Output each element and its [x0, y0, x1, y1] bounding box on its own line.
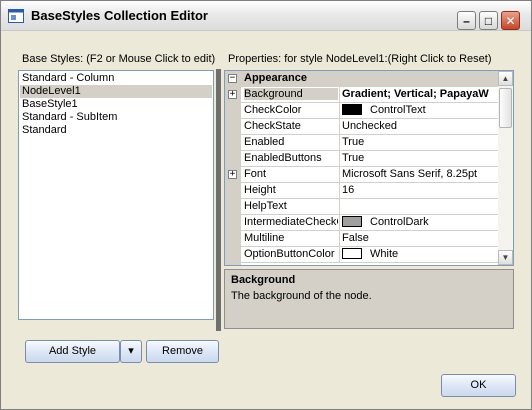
close-button[interactable]: ✕ [501, 11, 520, 30]
column-divider [339, 87, 340, 103]
property-gutter [225, 71, 241, 265]
property-name: OptionButtonColor [244, 248, 335, 260]
expand-icon[interactable]: + [228, 170, 237, 179]
property-value[interactable]: 16 [342, 184, 497, 196]
column-divider [339, 183, 340, 199]
remove-label: Remove [162, 345, 203, 357]
ok-label: OK [470, 379, 487, 391]
property-value[interactable]: ControlDark [342, 216, 497, 228]
property-value[interactable]: True [342, 136, 497, 148]
base-styles-label: Base Styles: (F2 or Mouse Click to edit) [22, 53, 216, 65]
description-title: Background [231, 274, 296, 286]
list-item[interactable]: NodeLevel1 [20, 85, 212, 98]
property-value-text: ControlDark [370, 216, 429, 228]
property-row-height[interactable]: Height 16 [241, 183, 498, 199]
properties-label: Properties: for style NodeLevel1:(Right … [228, 53, 492, 65]
property-name: CheckState [244, 120, 301, 132]
collection-editor-window: BaseStyles Collection Editor – □ ✕ Base … [0, 0, 532, 410]
add-style-dropdown-button[interactable]: ▾ [120, 340, 142, 363]
property-name: IntermediateCheckC [244, 216, 338, 228]
chevron-down-icon: ▾ [128, 345, 134, 357]
property-row-optionbuttoncolor[interactable]: OptionButtonColor White [241, 247, 498, 263]
property-value[interactable]: False [342, 232, 497, 244]
property-row-font[interactable]: Font Microsoft Sans Serif, 8.25pt [241, 167, 498, 183]
dialog-body: Base Styles: (F2 or Mouse Click to edit)… [1, 32, 531, 409]
add-style-button[interactable]: Add Style [25, 340, 120, 363]
splitter[interactable] [216, 69, 221, 331]
app-icon [8, 9, 24, 23]
color-swatch [342, 248, 362, 259]
column-divider [339, 103, 340, 119]
property-value[interactable]: Microsoft Sans Serif, 8.25pt [342, 168, 497, 180]
vertical-scrollbar[interactable]: ▲ ▼ [498, 71, 513, 265]
column-divider [339, 119, 340, 135]
maximize-button[interactable]: □ [479, 11, 498, 30]
property-value[interactable]: Unchecked [342, 120, 497, 132]
property-name: Multiline [244, 232, 285, 244]
expand-icon[interactable]: + [228, 90, 237, 99]
property-value[interactable]: True [342, 152, 497, 164]
description-text: The background of the node. [231, 290, 372, 302]
property-name: Font [244, 168, 267, 180]
collapse-icon[interactable]: − [228, 74, 237, 83]
title-bar[interactable]: BaseStyles Collection Editor – □ ✕ [1, 1, 531, 31]
property-name: HelpText [244, 200, 287, 212]
list-item[interactable]: BaseStyle1 [20, 98, 212, 111]
category-row-appearance[interactable]: − Appearance [225, 71, 498, 87]
minimize-button[interactable]: – [457, 11, 476, 30]
property-value[interactable]: ControlText [342, 104, 497, 116]
property-row-checkcolor[interactable]: CheckColor ControlText [241, 103, 498, 119]
property-row-multiline[interactable]: Multiline False [241, 231, 498, 247]
description-pane: Background The background of the node. [224, 269, 514, 329]
base-styles-list[interactable]: Standard - Column NodeLevel1 BaseStyle1 … [18, 70, 214, 320]
property-row-background[interactable]: Background Gradient; Vertical; PapayaW [241, 87, 498, 103]
column-divider [339, 215, 340, 231]
property-value[interactable]: White [342, 248, 497, 260]
property-name: EnabledButtons [244, 152, 322, 164]
scroll-up-icon[interactable]: ▲ [498, 71, 513, 86]
property-value-text: White [370, 248, 399, 260]
column-divider [339, 231, 340, 247]
list-item[interactable]: Standard - SubItem [20, 111, 212, 124]
list-item[interactable]: Standard - Column [20, 72, 212, 85]
list-item[interactable]: Standard [20, 124, 212, 137]
property-name: CheckColor [244, 104, 302, 116]
column-divider [339, 199, 340, 215]
property-row-intermediatecheckcolor[interactable]: IntermediateCheckC ControlDark [241, 215, 498, 231]
property-name: Height [244, 184, 276, 196]
property-row-enabled[interactable]: Enabled True [241, 135, 498, 151]
remove-button[interactable]: Remove [146, 340, 219, 363]
property-row-enabledbuttons[interactable]: EnabledButtons True [241, 151, 498, 167]
property-name: Background [244, 88, 338, 100]
color-swatch [342, 216, 362, 227]
property-row-checkstate[interactable]: CheckState Unchecked [241, 119, 498, 135]
window-title: BaseStyles Collection Editor [31, 8, 208, 23]
property-value[interactable]: Gradient; Vertical; PapayaW [342, 88, 497, 100]
scroll-thumb[interactable] [499, 88, 512, 128]
column-divider [339, 247, 340, 263]
column-divider [339, 167, 340, 183]
color-swatch [342, 104, 362, 115]
add-style-label: Add Style [48, 345, 97, 357]
column-divider [339, 151, 340, 167]
property-grid[interactable]: − Appearance + Background Gradient; Vert… [224, 70, 514, 266]
property-name: Enabled [244, 136, 285, 148]
property-value-text: ControlText [370, 104, 426, 116]
ok-button[interactable]: OK [441, 374, 516, 397]
column-divider [339, 135, 340, 151]
property-row-helptext[interactable]: HelpText [241, 199, 498, 215]
category-label: Appearance [244, 72, 307, 84]
scroll-down-icon[interactable]: ▼ [498, 250, 513, 265]
